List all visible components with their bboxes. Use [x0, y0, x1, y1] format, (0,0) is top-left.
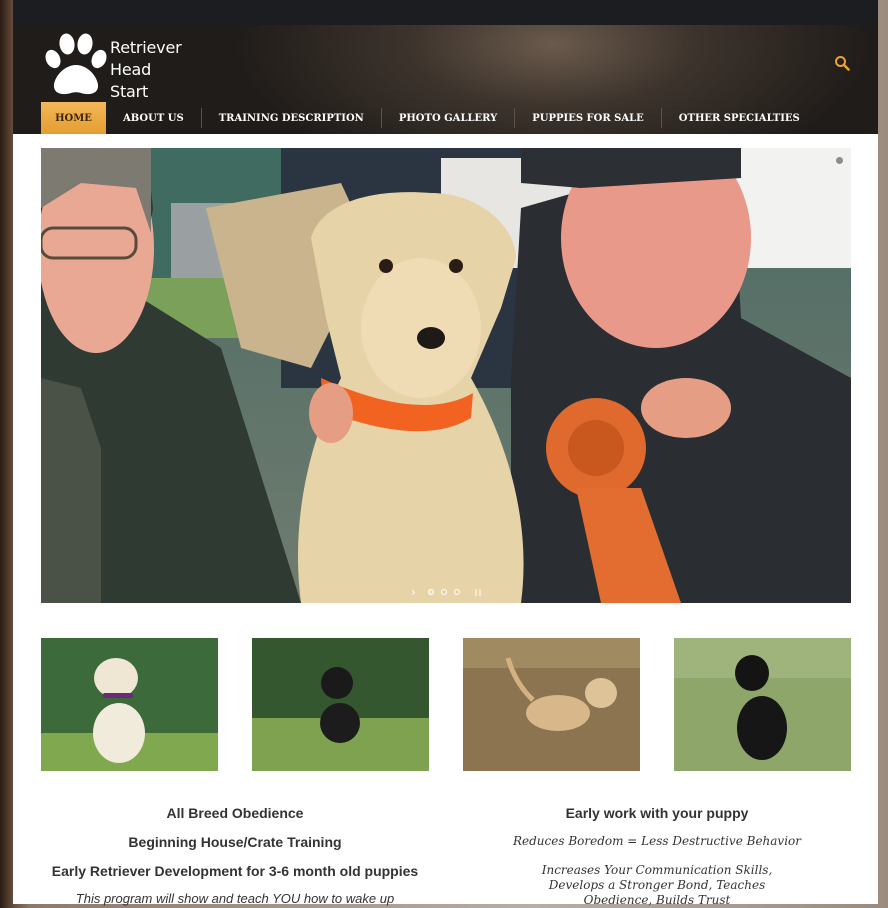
slider-indicator — [836, 157, 843, 164]
gallery-thumb-black-lab-puppy[interactable] — [674, 638, 851, 771]
benefit-line-1: Reduces Boredom = Less Destructive Behav… — [512, 834, 802, 848]
heading-house-crate-training: Beginning House/Crate Training — [128, 834, 342, 850]
heading-all-breed-obedience: All Breed Obedience — [166, 805, 304, 821]
logo-line-1: Retriever — [110, 38, 182, 57]
nav-other-specialties[interactable]: OTHER SPECIALTIES — [662, 102, 817, 134]
gallery-thumb-yellow-lab-puppy[interactable] — [463, 638, 640, 771]
chevron-right-icon[interactable]: › — [411, 585, 416, 599]
nav-about-us[interactable]: ABOUT US — [106, 102, 201, 134]
paw-icon — [45, 33, 107, 95]
site-logo[interactable]: Retriever Head Start — [41, 31, 191, 101]
right-column: Early work with your puppy Reduces Bored… — [463, 800, 851, 908]
puppy-gallery — [41, 638, 851, 771]
benefit-line-2: Increases Your Communication Skills, Dev… — [541, 863, 773, 907]
logo-text: Retriever Head Start — [110, 37, 182, 103]
search-icon[interactable] — [834, 55, 850, 71]
pause-icon[interactable] — [474, 588, 481, 596]
left-column: All Breed Obedience Beginning House/Crat… — [41, 800, 429, 906]
logo-line-2: Head — [110, 60, 152, 79]
slide-dot-1[interactable] — [427, 589, 434, 595]
heading-early-retriever-development: Early Retriever Development for 3-6 mont… — [51, 863, 419, 879]
nav-training-description[interactable]: TRAINING DESCRIPTION — [202, 102, 381, 134]
slide-dot-2[interactable] — [440, 589, 447, 595]
top-bar — [13, 0, 878, 25]
gallery-thumb-yellow-puppy[interactable] — [41, 638, 218, 771]
main-nav: HOME ABOUT US TRAINING DESCRIPTION PHOTO… — [41, 102, 817, 134]
slide-dot-3[interactable] — [453, 589, 460, 595]
logo-line-3: Start — [110, 82, 149, 101]
nav-puppies-for-sale[interactable]: PUPPIES FOR SALE — [515, 102, 661, 134]
heading-early-work: Early work with your puppy — [565, 805, 749, 821]
gallery-thumb-black-puppy[interactable] — [252, 638, 429, 771]
nav-photo-gallery[interactable]: PHOTO GALLERY — [382, 102, 514, 134]
page: Retriever Head Start HOME ABOUT US TRAIN… — [13, 0, 878, 907]
slider-controls: › — [411, 585, 481, 599]
nav-home[interactable]: HOME — [41, 102, 106, 134]
site-header: Retriever Head Start HOME ABOUT US TRAIN… — [13, 25, 878, 134]
hero-photo — [41, 148, 851, 603]
hero-slider[interactable]: › — [41, 148, 851, 603]
